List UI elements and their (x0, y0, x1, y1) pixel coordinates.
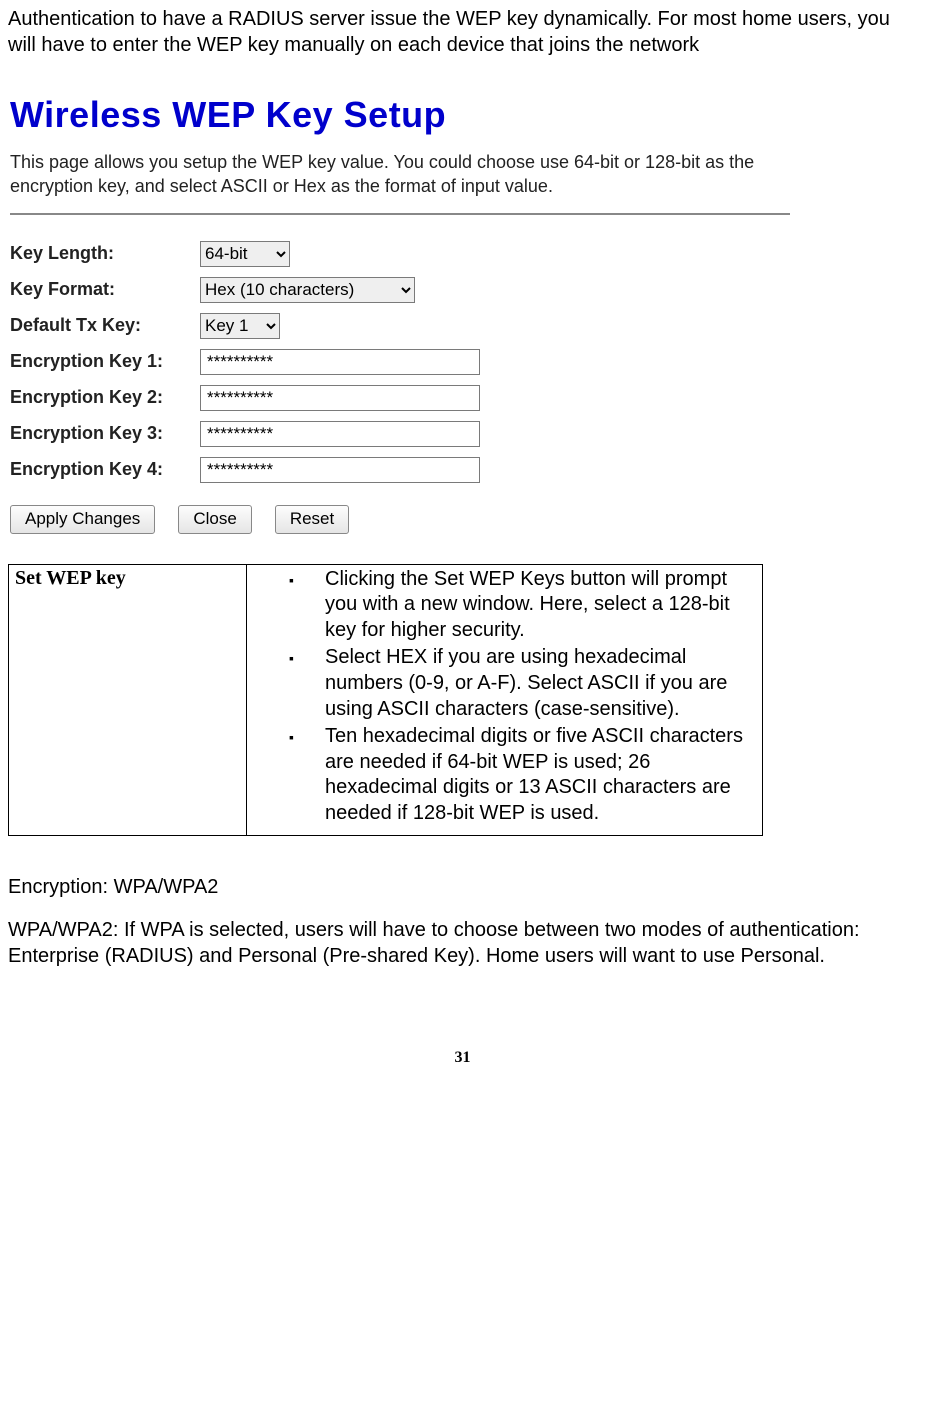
select-key-length[interactable]: 64-bit (200, 241, 290, 267)
list-item: Ten hexadecimal digits or five ASCII cha… (289, 724, 754, 826)
input-key4[interactable] (200, 457, 480, 483)
divider (10, 213, 790, 215)
label-key3: Encryption Key 3: (10, 423, 200, 444)
table-left-cell: Set WEP key (9, 564, 247, 835)
row-key-length: Key Length: 64-bit (10, 241, 790, 267)
row-key3: Encryption Key 3: (10, 421, 790, 447)
input-key2[interactable] (200, 385, 480, 411)
label-key1: Encryption Key 1: (10, 351, 200, 372)
label-key2: Encryption Key 2: (10, 387, 200, 408)
label-key-format: Key Format: (10, 279, 200, 300)
button-bar: Apply Changes Close Reset (10, 505, 790, 534)
row-key2: Encryption Key 2: (10, 385, 790, 411)
wpa-paragraph: WPA/WPA2: If WPA is selected, users will… (8, 917, 917, 969)
row-key1: Encryption Key 1: (10, 349, 790, 375)
row-default-tx: Default Tx Key: Key 1 (10, 313, 790, 339)
table-row: Set WEP key Clicking the Set WEP Keys bu… (9, 564, 763, 835)
select-key-format[interactable]: Hex (10 characters) (200, 277, 415, 303)
row-key-format: Key Format: Hex (10 characters) (10, 277, 790, 303)
input-key1[interactable] (200, 349, 480, 375)
close-button[interactable]: Close (178, 505, 251, 534)
table-right-cell: Clicking the Set WEP Keys button will pr… (247, 564, 763, 835)
select-default-tx[interactable]: Key 1 (200, 313, 280, 339)
wep-title: Wireless WEP Key Setup (10, 94, 790, 136)
list-item: Clicking the Set WEP Keys button will pr… (289, 567, 754, 644)
label-default-tx: Default Tx Key: (10, 315, 200, 336)
page-number: 31 (8, 1049, 917, 1067)
apply-changes-button[interactable]: Apply Changes (10, 505, 155, 534)
reset-button[interactable]: Reset (275, 505, 349, 534)
row-key4: Encryption Key 4: (10, 457, 790, 483)
wep-setup-panel: Wireless WEP Key Setup This page allows … (8, 88, 792, 544)
label-key4: Encryption Key 4: (10, 459, 200, 480)
input-key3[interactable] (200, 421, 480, 447)
intro-paragraph: Authentication to have a RADIUS server i… (8, 6, 917, 58)
wpa-heading: Encryption: WPA/WPA2 (8, 876, 917, 899)
label-key-length: Key Length: (10, 243, 200, 264)
wep-description: This page allows you setup the WEP key v… (10, 150, 790, 199)
list-item: Select HEX if you are using hexadecimal … (289, 645, 754, 722)
set-wep-key-table: Set WEP key Clicking the Set WEP Keys bu… (8, 564, 763, 836)
bullet-list: Clicking the Set WEP Keys button will pr… (253, 567, 756, 827)
